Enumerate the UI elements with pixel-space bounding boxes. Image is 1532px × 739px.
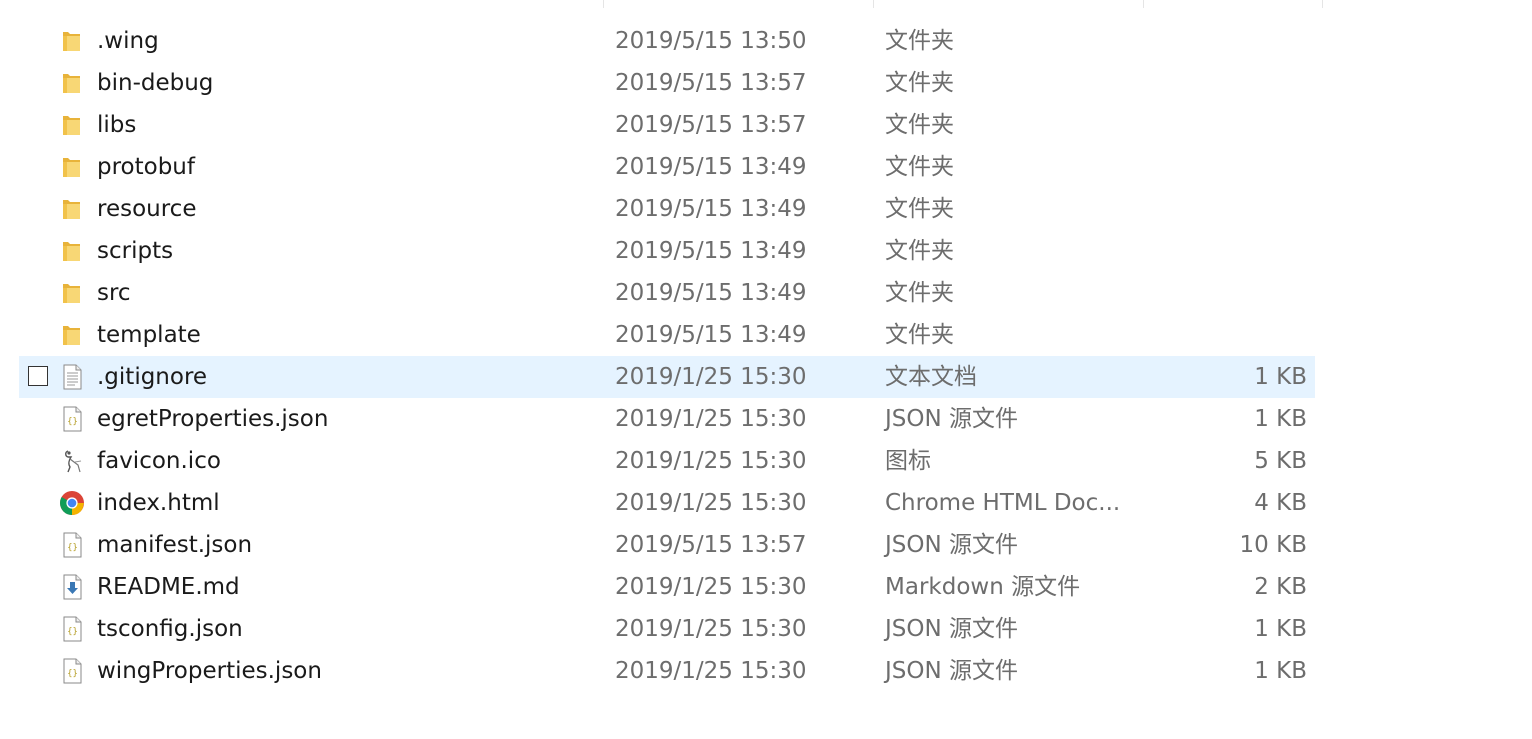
folder-icon: [58, 154, 86, 180]
folder-icon: [58, 196, 86, 222]
file-name: scripts: [97, 238, 174, 264]
folder-icon: [58, 322, 86, 348]
file-date-modified: 2019/5/15 13:57: [615, 70, 807, 96]
file-name: README.md: [97, 574, 240, 600]
file-name: protobuf: [97, 154, 195, 180]
json-file-icon: {}: [58, 616, 86, 642]
text-document-icon: [58, 364, 86, 390]
svg-text:{}: {}: [67, 669, 78, 679]
file-name: wingProperties.json: [97, 658, 322, 684]
json-file-icon: {}: [58, 532, 86, 558]
svg-text:{}: {}: [67, 417, 78, 427]
file-row[interactable]: libs 2019/5/15 13:57 文件夹: [19, 104, 1315, 146]
file-date-modified: 2019/1/25 15:30: [615, 364, 807, 390]
json-file-icon: {}: [58, 658, 86, 684]
markdown-file-icon: [58, 574, 86, 600]
file-row[interactable]: resource 2019/5/15 13:49 文件夹: [19, 188, 1315, 230]
file-date-modified: 2019/5/15 13:49: [615, 280, 807, 306]
file-date-modified: 2019/5/15 13:50: [615, 28, 807, 54]
file-row[interactable]: {} tsconfig.json 2019/1/25 15:30 JSON 源文件 1 …: [19, 608, 1315, 650]
file-size: 5 KB: [1254, 448, 1307, 474]
file-name: template: [97, 322, 201, 348]
file-name: .wing: [97, 28, 159, 54]
column-separator-type[interactable]: [873, 0, 874, 8]
file-row[interactable]: {} manifest.json 2019/5/15 13:57 JSON 源文件 10…: [19, 524, 1315, 566]
file-date-modified: 2019/1/25 15:30: [615, 490, 807, 516]
file-row[interactable]: {} wingProperties.json 2019/1/25 15:30 JSON…: [19, 650, 1315, 692]
file-type: 文本文档: [885, 364, 977, 390]
file-name: .gitignore: [97, 364, 208, 390]
file-row[interactable]: README.md 2019/1/25 15:30 Markdown 源文件 2 KB: [19, 566, 1315, 608]
file-size: 4 KB: [1254, 490, 1307, 516]
file-row[interactable]: protobuf 2019/5/15 13:49 文件夹: [19, 146, 1315, 188]
file-name: favicon.ico: [97, 448, 221, 474]
file-type: Chrome HTML Doc...: [885, 490, 1121, 516]
json-file-icon: {}: [58, 406, 86, 432]
file-type: 图标: [885, 448, 931, 474]
file-row[interactable]: scripts 2019/5/15 13:49 文件夹: [19, 230, 1315, 272]
column-separator-date[interactable]: [603, 0, 604, 8]
file-row[interactable]: .gitignore 2019/1/25 15:30 文本文档 1 KB: [19, 356, 1315, 398]
file-date-modified: 2019/1/25 15:30: [615, 574, 807, 600]
folder-icon: [58, 28, 86, 54]
folder-icon: [58, 238, 86, 264]
file-type: 文件夹: [885, 196, 954, 222]
file-name: resource: [97, 196, 197, 222]
file-row[interactable]: bin-debug 2019/5/15 13:57 文件夹: [19, 62, 1315, 104]
file-size: 1 KB: [1254, 364, 1307, 390]
svg-text:{}: {}: [67, 627, 78, 637]
file-type: 文件夹: [885, 280, 954, 306]
file-size: 1 KB: [1254, 616, 1307, 642]
chrome-icon: [58, 490, 86, 516]
file-type: JSON 源文件: [885, 406, 1019, 432]
file-name: src: [97, 280, 131, 306]
file-type: 文件夹: [885, 322, 954, 348]
file-date-modified: 2019/1/25 15:30: [615, 616, 807, 642]
file-size: 10 KB: [1239, 532, 1307, 558]
folder-icon: [58, 70, 86, 96]
file-name: manifest.json: [97, 532, 253, 558]
folder-icon: [58, 112, 86, 138]
file-name: tsconfig.json: [97, 616, 243, 642]
svg-text:{}: {}: [67, 543, 78, 553]
file-date-modified: 2019/5/15 13:57: [615, 532, 807, 558]
file-date-modified: 2019/5/15 13:49: [615, 154, 807, 180]
file-row[interactable]: .wing 2019/5/15 13:50 文件夹: [19, 20, 1315, 62]
row-select-checkbox[interactable]: [28, 366, 48, 386]
file-size: 1 KB: [1254, 658, 1307, 684]
file-date-modified: 2019/5/15 13:57: [615, 112, 807, 138]
file-row[interactable]: favicon.ico 2019/1/25 15:30 图标 5 KB: [19, 440, 1315, 482]
file-name: bin-debug: [97, 70, 214, 96]
file-date-modified: 2019/5/15 13:49: [615, 196, 807, 222]
file-date-modified: 2019/1/25 15:30: [615, 406, 807, 432]
file-row[interactable]: index.html 2019/1/25 15:30 Chrome HTML Doc…: [19, 482, 1315, 524]
folder-icon: [58, 280, 86, 306]
column-separator-size[interactable]: [1143, 0, 1144, 8]
ico-file-icon: [58, 448, 86, 474]
file-row[interactable]: template 2019/5/15 13:49 文件夹: [19, 314, 1315, 356]
file-size: 2 KB: [1254, 574, 1307, 600]
file-type: 文件夹: [885, 70, 954, 96]
file-date-modified: 2019/5/15 13:49: [615, 322, 807, 348]
file-type: 文件夹: [885, 112, 954, 138]
file-name: egretProperties.json: [97, 406, 329, 432]
file-type: JSON 源文件: [885, 658, 1019, 684]
file-name: index.html: [97, 490, 220, 516]
file-date-modified: 2019/5/15 13:49: [615, 238, 807, 264]
column-separator-end[interactable]: [1322, 0, 1323, 8]
file-row[interactable]: src 2019/5/15 13:49 文件夹: [19, 272, 1315, 314]
file-type: 文件夹: [885, 238, 954, 264]
file-date-modified: 2019/1/25 15:30: [615, 658, 807, 684]
file-name: libs: [97, 112, 137, 138]
file-type: 文件夹: [885, 28, 954, 54]
file-row[interactable]: {} egretProperties.json 2019/1/25 15:30 JSO…: [19, 398, 1315, 440]
file-type: 文件夹: [885, 154, 954, 180]
file-date-modified: 2019/1/25 15:30: [615, 448, 807, 474]
file-type: JSON 源文件: [885, 532, 1019, 558]
file-size: 1 KB: [1254, 406, 1307, 432]
file-type: JSON 源文件: [885, 616, 1019, 642]
file-type: Markdown 源文件: [885, 574, 1081, 600]
file-list: .wing 2019/5/15 13:50 文件夹 bin-debug 2019/5/1…: [19, 20, 1315, 692]
